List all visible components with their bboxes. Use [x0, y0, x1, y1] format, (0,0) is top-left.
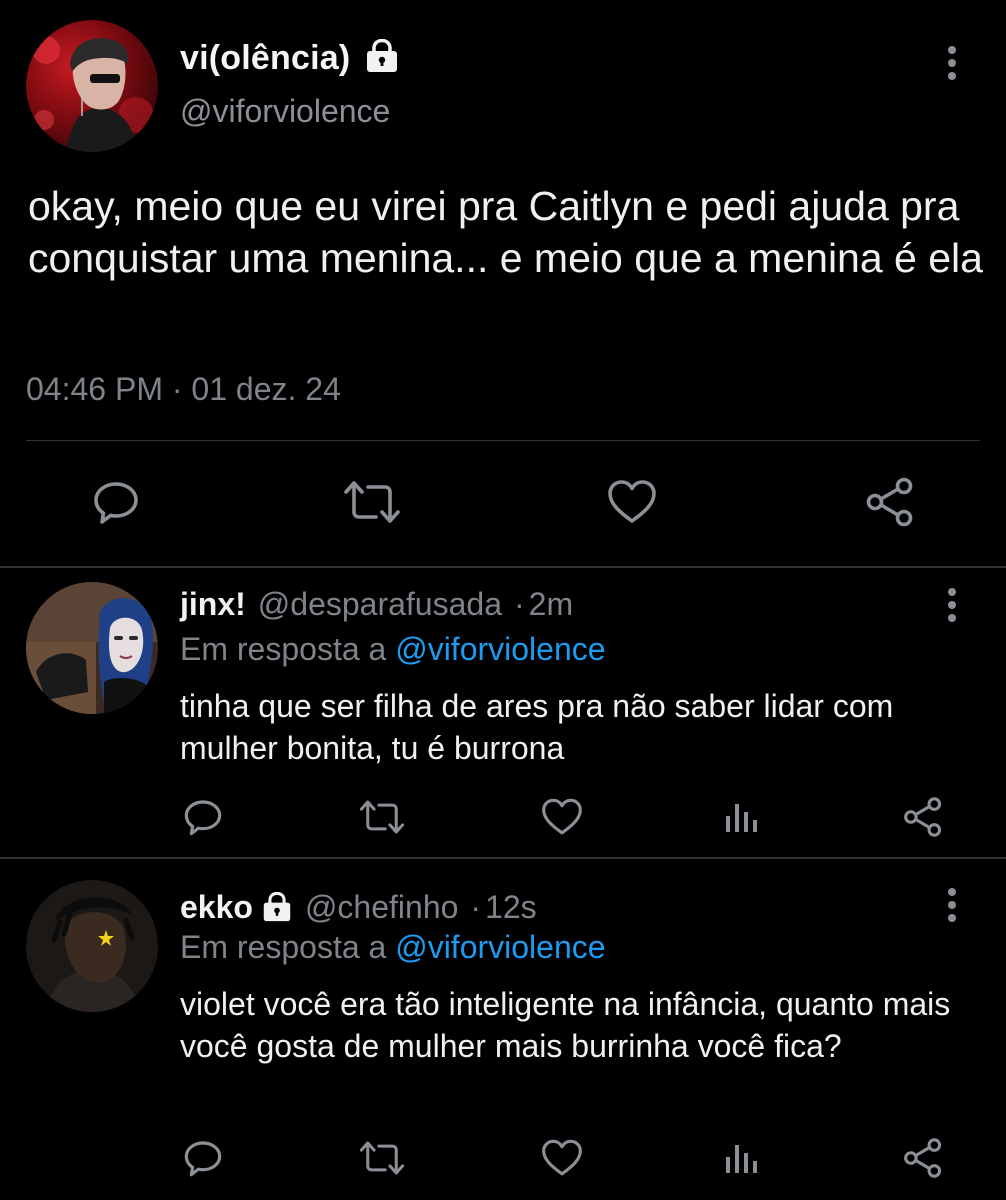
divider [0, 566, 1006, 568]
author-row: vi(olência) [180, 36, 400, 80]
views-icon [724, 800, 760, 834]
display-name[interactable]: ekko [180, 889, 253, 926]
reply-text: violet você era tão inteligente na infân… [180, 986, 951, 1064]
reply-icon [182, 797, 224, 837]
reply-button[interactable] [182, 1138, 224, 1178]
share-icon [902, 796, 944, 838]
like-button[interactable] [540, 797, 584, 837]
reply-time: 2m [528, 586, 574, 622]
avatar[interactable] [26, 880, 158, 1012]
lock-icon [364, 38, 400, 78]
reply-header: ekko @chefinho · 12s [180, 888, 537, 926]
share-button[interactable] [902, 796, 944, 838]
main-tweet: vi(olência) @viforviolence okay, meio qu… [0, 0, 1006, 566]
avatar[interactable] [26, 582, 158, 714]
tweet-text: okay, meio que eu virei pra Caitlyn e pe… [28, 183, 983, 281]
views-button[interactable] [724, 800, 760, 834]
display-name[interactable]: jinx! [180, 586, 246, 623]
reply-prefix: Em resposta a [180, 929, 387, 965]
lock-icon [261, 891, 293, 927]
retweet-button[interactable] [356, 798, 408, 836]
author-handle[interactable]: @chefinho [305, 889, 458, 926]
like-icon [606, 478, 658, 526]
divider [0, 857, 1006, 859]
reply-context: Em resposta a @viforviolence [180, 929, 606, 966]
display-name[interactable]: vi(olência) [180, 39, 350, 78]
retweet-icon [340, 478, 404, 526]
like-icon [540, 1138, 584, 1178]
retweet-icon [356, 1139, 408, 1177]
like-icon [540, 797, 584, 837]
reply-button[interactable] [92, 478, 140, 526]
mention-link[interactable]: @viforviolence [395, 929, 605, 965]
share-icon [864, 476, 916, 528]
reply-prefix: Em resposta a [180, 631, 387, 667]
reply-button[interactable] [182, 797, 224, 837]
like-button[interactable] [606, 478, 658, 526]
separator: · [513, 586, 525, 622]
reply-header: jinx! @desparafusada · 2m [180, 586, 573, 623]
reply-icon [92, 478, 140, 526]
retweet-button[interactable] [340, 478, 404, 526]
reply-context: Em resposta a @viforviolence [180, 631, 606, 668]
share-button[interactable] [902, 1137, 944, 1179]
more-options-icon[interactable] [942, 886, 962, 926]
more-options-icon[interactable] [942, 44, 962, 84]
more-options-icon[interactable] [942, 586, 962, 626]
separator: · [470, 889, 482, 925]
author-handle[interactable]: @desparafusada [258, 586, 502, 623]
reply-time: 12s [485, 889, 537, 925]
avatar[interactable] [26, 20, 158, 152]
views-button[interactable] [724, 1141, 760, 1175]
author-handle[interactable]: @viforviolence [180, 93, 390, 130]
divider [26, 440, 980, 441]
tweet-timestamp: 04:46 PM · 01 dez. 24 [26, 371, 341, 407]
reply-text: tinha que ser filha de ares pra não sabe… [180, 688, 894, 766]
retweet-button[interactable] [356, 1139, 408, 1177]
views-icon [724, 1141, 760, 1175]
share-icon [902, 1137, 944, 1179]
reply-icon [182, 1138, 224, 1178]
retweet-icon [356, 798, 408, 836]
tweet-thread-screen: vi(olência) @viforviolence okay, meio qu… [0, 0, 1006, 1200]
mention-link[interactable]: @viforviolence [395, 631, 605, 667]
share-button[interactable] [864, 476, 916, 528]
like-button[interactable] [540, 1138, 584, 1178]
